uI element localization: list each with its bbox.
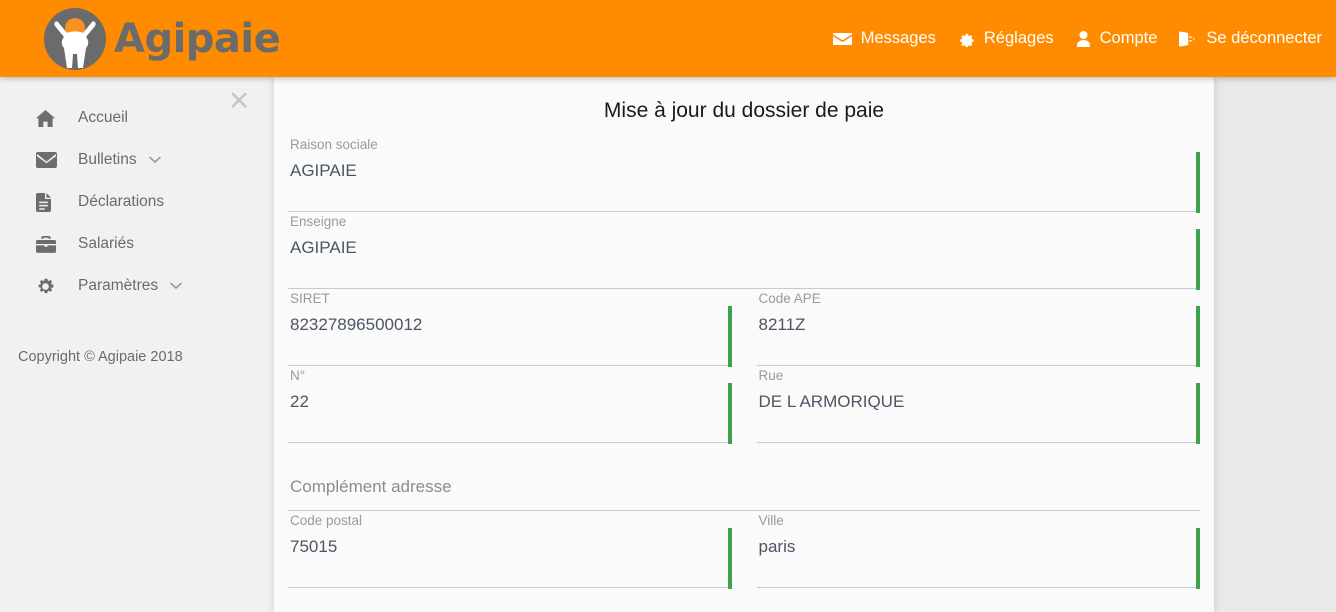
brand-name: Agipaie xyxy=(114,16,281,62)
field-label: Ville xyxy=(758,513,784,528)
field-label: Raison sociale xyxy=(290,137,378,152)
field-underline xyxy=(756,365,1200,366)
field-value[interactable]: 22 xyxy=(288,385,732,413)
nav-label: Messages xyxy=(860,29,936,47)
form-row-enseigne: Enseigne AGIPAIE xyxy=(288,213,1200,290)
form-row-complement-adresse: Complément adresse xyxy=(288,452,1200,512)
top-header-bar: Agipaie Messages Réglages Compte Se déco… xyxy=(0,0,1336,77)
field-value[interactable]: AGIPAIE xyxy=(288,231,1200,259)
top-navigation: Messages Réglages Compte Se déconnecter xyxy=(832,0,1322,77)
sidebar-item-label: Accueil xyxy=(78,109,128,126)
brand-logo[interactable]: Agipaie xyxy=(42,3,281,75)
copyright-text: Copyright © Agipaie 2018 xyxy=(18,349,183,365)
field-label xyxy=(288,452,1200,470)
main-content-panel: Mise à jour du dossier de paie Raison so… xyxy=(274,77,1214,612)
chevron-down-icon[interactable] xyxy=(170,282,182,290)
sidebar-item-label: Salariés xyxy=(78,235,134,252)
field-underline xyxy=(288,211,1200,212)
field-underline xyxy=(288,288,1200,289)
field-value[interactable]: 75015 xyxy=(288,530,732,558)
gear-icon xyxy=(958,30,975,47)
field-value[interactable]: 8211Z xyxy=(757,308,1201,336)
field-label: Code APE xyxy=(758,291,821,306)
home-icon xyxy=(36,109,62,127)
form-row-raison-sociale: Raison sociale AGIPAIE xyxy=(288,136,1200,213)
form-spacer xyxy=(288,444,1200,452)
field-underline xyxy=(288,510,1200,511)
file-icon xyxy=(36,192,62,212)
form-row-numero-rue: N° 22 Rue DE L ARMORIQUE xyxy=(288,367,1200,444)
field-siret[interactable]: SIRET 82327896500012 xyxy=(288,290,732,367)
user-icon xyxy=(1076,30,1091,47)
nav-link-reglages[interactable]: Réglages xyxy=(958,29,1054,48)
field-ville[interactable]: Ville paris xyxy=(756,512,1201,589)
nav-label: Compte xyxy=(1099,29,1158,47)
chevron-down-icon[interactable] xyxy=(148,156,161,164)
field-rue[interactable]: Rue DE L ARMORIQUE xyxy=(756,367,1201,444)
field-code-ape[interactable]: Code APE 8211Z xyxy=(756,290,1201,367)
sidebar-item-label: Déclarations xyxy=(78,193,165,210)
field-value[interactable]: paris xyxy=(757,530,1201,558)
sidebar-item-parametres[interactable]: Paramètres xyxy=(0,265,274,307)
field-underline xyxy=(288,587,732,588)
field-underline xyxy=(756,442,1200,443)
field-raison-sociale[interactable]: Raison sociale AGIPAIE xyxy=(288,136,1200,213)
field-enseigne[interactable]: Enseigne AGIPAIE xyxy=(288,213,1200,290)
sidebar-item-accueil[interactable]: Accueil xyxy=(0,97,274,139)
sidebar-menu: Accueil Bulletins Déclarations Salariés xyxy=(0,97,274,307)
form-row-siret-ape: SIRET 82327896500012 Code APE 8211Z xyxy=(288,290,1200,367)
sign-out-icon xyxy=(1179,30,1197,47)
sidebar-item-declarations[interactable]: Déclarations xyxy=(0,181,274,223)
dossier-paie-form: Raison sociale AGIPAIE Enseigne AGIPAIE … xyxy=(274,136,1214,589)
field-label: SIRET xyxy=(290,291,330,306)
page-title: Mise à jour du dossier de paie xyxy=(603,99,885,122)
envelope-icon xyxy=(832,32,852,46)
sidebar: ✕ Accueil Bulletins Déclarations Salarié… xyxy=(0,77,274,612)
field-value[interactable]: AGIPAIE xyxy=(288,154,1200,182)
agipaie-logo-icon xyxy=(44,8,106,70)
field-underline xyxy=(756,587,1200,588)
field-label: Enseigne xyxy=(290,214,347,229)
field-numero[interactable]: N° 22 xyxy=(288,367,732,444)
envelope-icon xyxy=(36,152,62,168)
nav-label: Réglages xyxy=(983,29,1054,47)
sidebar-item-salaries[interactable]: Salariés xyxy=(0,223,274,265)
field-underline xyxy=(288,442,732,443)
briefcase-icon xyxy=(36,235,62,253)
field-label: Rue xyxy=(758,368,784,383)
field-value[interactable]: DE L ARMORIQUE xyxy=(757,385,1201,413)
sidebar-item-label: Bulletins xyxy=(78,151,137,168)
sidebar-item-bulletins[interactable]: Bulletins xyxy=(0,139,274,181)
field-complement-adresse[interactable]: Complément adresse xyxy=(288,452,1200,512)
sidebar-item-label: Paramètres xyxy=(78,277,159,294)
field-label: Code postal xyxy=(290,513,363,528)
field-placeholder[interactable]: Complément adresse xyxy=(288,470,1200,498)
field-label: N° xyxy=(290,368,306,383)
field-underline xyxy=(288,365,732,366)
gear-icon xyxy=(36,277,62,296)
field-value[interactable]: 82327896500012 xyxy=(288,308,732,336)
form-row-codepostal-ville: Code postal 75015 Ville paris xyxy=(288,512,1200,589)
nav-label: Se déconnecter xyxy=(1206,29,1322,47)
nav-link-messages[interactable]: Messages xyxy=(832,29,936,48)
nav-link-se-deconnecter[interactable]: Se déconnecter xyxy=(1179,29,1322,48)
nav-link-compte[interactable]: Compte xyxy=(1076,29,1158,48)
field-code-postal[interactable]: Code postal 75015 xyxy=(288,512,732,589)
